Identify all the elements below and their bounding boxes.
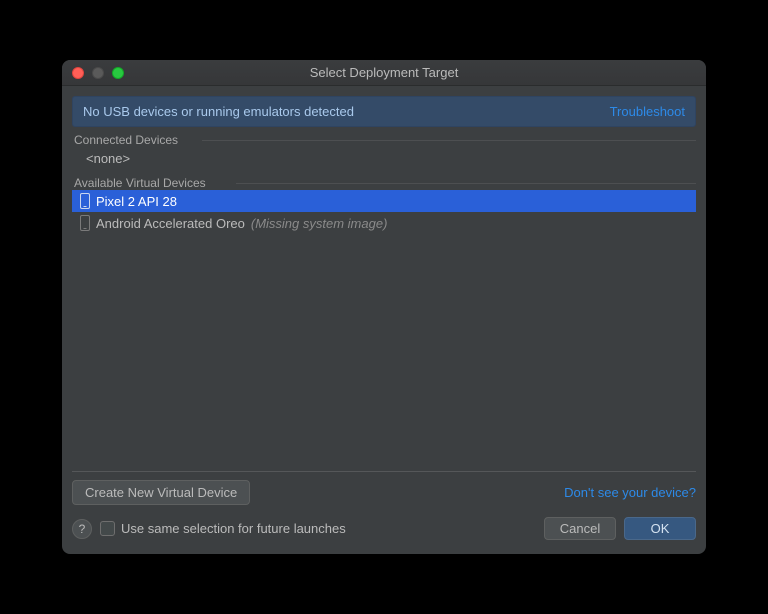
phone-icon bbox=[80, 193, 90, 209]
troubleshoot-link[interactable]: Troubleshoot bbox=[610, 104, 685, 119]
window-controls bbox=[62, 67, 124, 79]
zoom-window-button[interactable] bbox=[112, 67, 124, 79]
create-new-virtual-device-button[interactable]: Create New Virtual Device bbox=[72, 480, 250, 505]
create-row: Create New Virtual Device Don't see your… bbox=[72, 480, 696, 505]
status-banner: No USB devices or running emulators dete… bbox=[72, 96, 696, 127]
connected-devices-header: Connected Devices bbox=[72, 133, 696, 147]
device-name-label: Android Accelerated Oreo bbox=[96, 216, 245, 231]
device-row[interactable]: Android Accelerated Oreo (Missing system… bbox=[72, 212, 696, 234]
close-window-button[interactable] bbox=[72, 67, 84, 79]
remember-selection-label: Use same selection for future launches bbox=[121, 521, 346, 536]
device-list-fill bbox=[72, 234, 696, 472]
device-row[interactable]: Pixel 2 API 28 bbox=[72, 190, 696, 212]
minimize-window-button[interactable] bbox=[92, 67, 104, 79]
device-note-label: (Missing system image) bbox=[251, 216, 388, 231]
window-title: Select Deployment Target bbox=[62, 65, 706, 80]
remember-selection-control: Use same selection for future launches bbox=[100, 521, 346, 536]
connected-devices-none: <none> bbox=[72, 147, 696, 170]
dialog-window: Select Deployment Target No USB devices … bbox=[62, 60, 706, 554]
titlebar: Select Deployment Target bbox=[62, 60, 706, 86]
phone-icon bbox=[80, 215, 90, 231]
remember-selection-checkbox[interactable] bbox=[100, 521, 115, 536]
dialog-buttons: Cancel OK bbox=[544, 517, 696, 540]
action-row: ? Use same selection for future launches… bbox=[72, 517, 696, 544]
dialog-content: No USB devices or running emulators dete… bbox=[62, 86, 706, 554]
left-controls: ? Use same selection for future launches bbox=[72, 519, 346, 539]
dont-see-your-device-link[interactable]: Don't see your device? bbox=[564, 485, 696, 500]
available-devices-header: Available Virtual Devices bbox=[72, 176, 696, 190]
cancel-button[interactable]: Cancel bbox=[544, 517, 616, 540]
ok-button[interactable]: OK bbox=[624, 517, 696, 540]
device-name-label: Pixel 2 API 28 bbox=[96, 194, 177, 209]
help-button[interactable]: ? bbox=[72, 519, 92, 539]
banner-message: No USB devices or running emulators dete… bbox=[83, 104, 354, 119]
